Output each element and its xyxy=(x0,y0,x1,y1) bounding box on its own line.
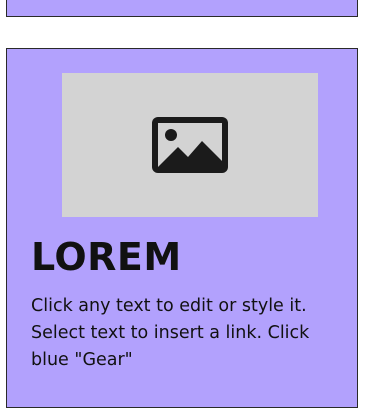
image-icon xyxy=(152,117,228,173)
card-title[interactable]: LOREM xyxy=(31,235,182,279)
image-placeholder[interactable] xyxy=(62,73,318,217)
previous-card xyxy=(6,0,358,17)
card-body-text[interactable]: Click any text to edit or style it. Sele… xyxy=(31,293,341,374)
content-card[interactable]: LOREM Click any text to edit or style it… xyxy=(6,48,358,408)
